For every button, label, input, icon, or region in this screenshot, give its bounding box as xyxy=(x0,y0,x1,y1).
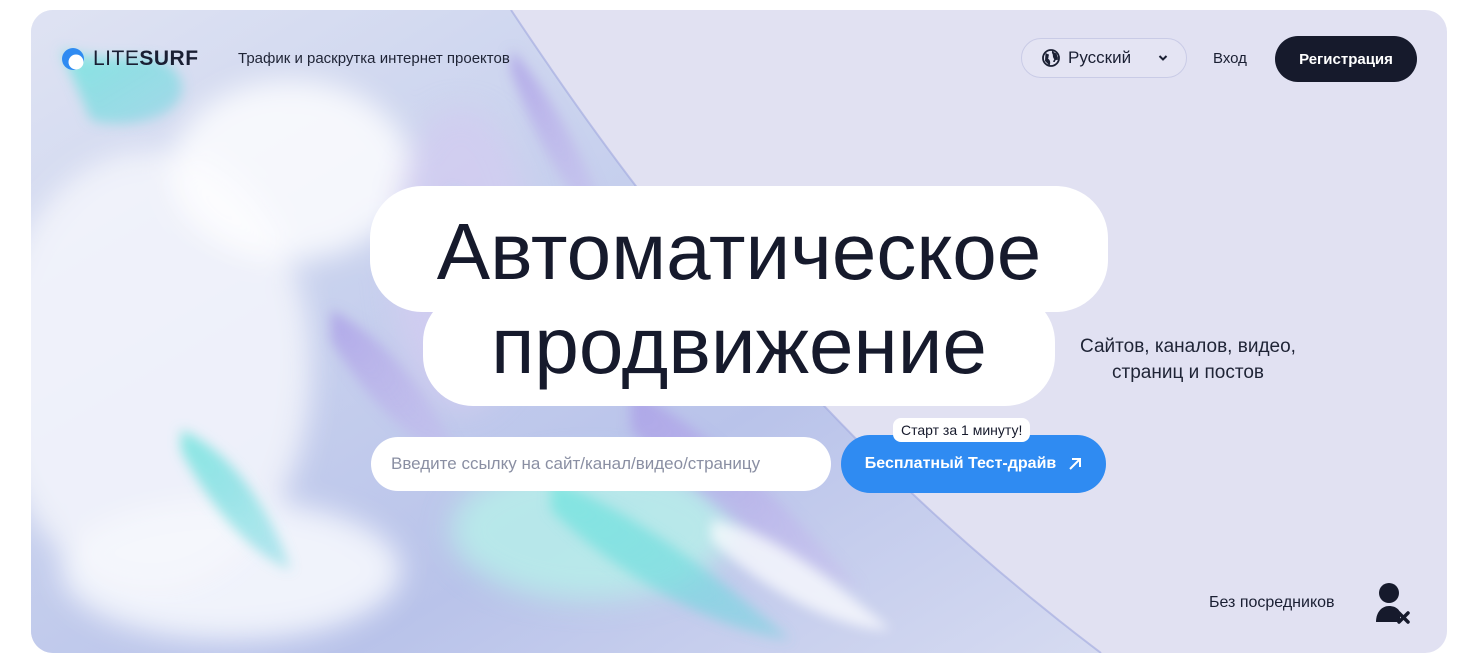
logo[interactable]: LITESURF xyxy=(61,47,199,71)
register-button[interactable]: Регистрация xyxy=(1275,36,1417,82)
hero-subline-2: страниц и постов xyxy=(1112,362,1264,383)
arrow-up-right-icon xyxy=(1069,458,1082,470)
chevron-down-icon xyxy=(1158,55,1168,61)
headline-line-1: Автоматическое xyxy=(436,207,1042,296)
language-label: Русский xyxy=(1068,48,1132,67)
brand-name: LITESURF xyxy=(93,47,199,70)
test-drive-label: Бесплатный Тест-драйв xyxy=(864,455,1057,472)
language-selector[interactable]: Русский xyxy=(1021,38,1187,78)
logo-icon xyxy=(62,48,84,70)
hero-subline: Сайтов, каналов, видео, страниц и постов xyxy=(1059,334,1317,386)
person-x-icon xyxy=(1376,583,1410,624)
test-drive-button[interactable]: Бесплатный Тест-драйв xyxy=(841,435,1106,493)
tagline: Трафик и раскрутка интернет проектов xyxy=(238,50,510,67)
headline-line-2: продвижение xyxy=(491,301,987,390)
hero-subline-1: Сайтов, каналов, видео, xyxy=(1080,336,1296,357)
start-badge: Старт за 1 минуту! xyxy=(893,418,1031,442)
url-input[interactable] xyxy=(371,437,831,491)
hero-section: LITESURF Трафик и раскрутка интернет про… xyxy=(31,10,1447,653)
no-middlemen-label: Без посредников xyxy=(1209,594,1335,611)
login-link[interactable]: Вход xyxy=(1213,50,1247,67)
globe-icon xyxy=(1042,49,1060,67)
